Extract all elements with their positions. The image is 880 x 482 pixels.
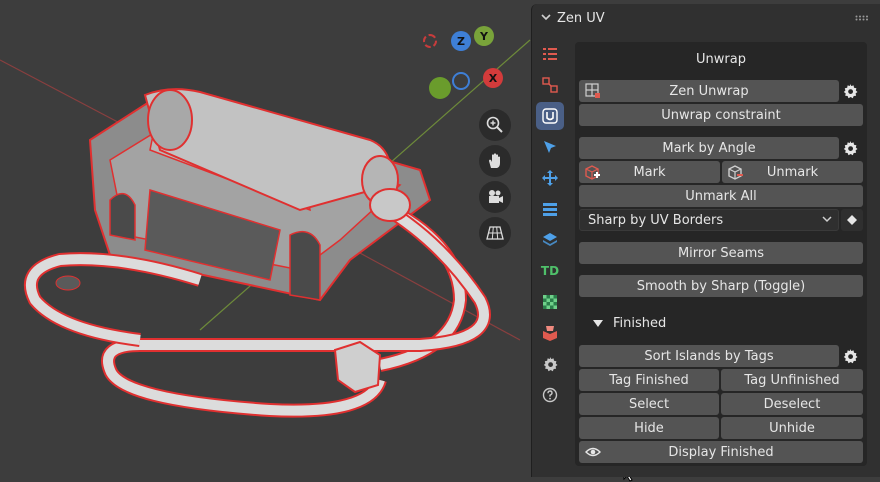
select-label: Select xyxy=(628,396,670,412)
chevron-down-icon[interactable] xyxy=(541,12,551,25)
panel-title: Zen UV xyxy=(557,10,605,26)
mark-by-angle-label: Mark by Angle xyxy=(662,140,756,156)
unmark-all-label: Unmark All xyxy=(685,188,757,204)
tag-unfinished-button[interactable]: Tag Unfinished xyxy=(721,369,863,391)
sort-islands-settings-gear-icon[interactable] xyxy=(839,345,861,367)
eye-icon xyxy=(585,447,601,457)
deselect-finished-button[interactable]: Deselect xyxy=(721,393,863,415)
tab-table[interactable] xyxy=(536,195,564,223)
unmark-button[interactable]: Unmark xyxy=(722,161,863,183)
hide-label: Hide xyxy=(634,420,664,436)
tab-zen-uv[interactable] xyxy=(536,102,564,130)
help-icon xyxy=(542,387,558,403)
gizmo-neg-z-icon[interactable] xyxy=(452,72,470,90)
tab-package[interactable] xyxy=(536,319,564,347)
zen-unwrap-button[interactable]: Zen Unwrap xyxy=(579,80,839,102)
sharp-mode-dropdown[interactable]: Sharp by UV Borders xyxy=(579,209,839,231)
package-icon xyxy=(543,326,557,341)
unhide-finished-button[interactable]: Unhide xyxy=(721,417,863,439)
pan-hand-icon[interactable] xyxy=(479,145,511,177)
sidebar-tabs: TD xyxy=(536,40,570,412)
mark-by-angle-settings-gear-icon[interactable] xyxy=(839,137,861,159)
smooth-by-sharp-button[interactable]: Smooth by Sharp (Toggle) xyxy=(579,275,863,297)
zen-uv-panel: Zen UV TD Unwrap Zen Unwrap Unwrap const… xyxy=(531,4,880,477)
deselect-label: Deselect xyxy=(763,396,821,412)
gizmo-z-axis[interactable]: Z xyxy=(451,31,471,51)
tab-list[interactable] xyxy=(536,40,564,68)
unwrap-constraint-label: Unwrap constraint xyxy=(661,107,781,123)
tab-settings[interactable] xyxy=(536,350,564,378)
unwrap-grid-icon xyxy=(585,83,600,98)
unwrap-heading: Unwrap xyxy=(696,51,746,67)
move-icon xyxy=(542,170,558,186)
gizmo-neg-x-icon[interactable] xyxy=(429,77,451,99)
mark-seam-icon xyxy=(585,165,600,180)
zoom-icon[interactable] xyxy=(479,109,511,141)
unhide-label: Unhide xyxy=(769,420,815,436)
tag-unfinished-label: Tag Unfinished xyxy=(744,372,840,388)
keyframe-diamond-icon[interactable] xyxy=(841,209,863,231)
smooth-by-sharp-label: Smooth by Sharp (Toggle) xyxy=(636,278,806,294)
mark-by-angle-button[interactable]: Mark by Angle xyxy=(579,137,839,159)
tab-checker[interactable] xyxy=(536,288,564,316)
gizmo-z-label: Z xyxy=(457,34,465,48)
zen-uv-logo-icon xyxy=(542,108,558,124)
unwrap-constraint-button[interactable]: Unwrap constraint xyxy=(579,104,863,126)
hide-finished-button[interactable]: Hide xyxy=(579,417,719,439)
select-finished-button[interactable]: Select xyxy=(579,393,719,415)
mark-label: Mark xyxy=(633,164,666,180)
tag-finished-button[interactable]: Tag Finished xyxy=(579,369,719,391)
gizmo-x-label: X xyxy=(488,71,498,85)
gizmo-y-axis[interactable]: Y xyxy=(474,26,494,46)
triangle-down-icon xyxy=(593,320,603,327)
zen-unwrap-settings-gear-icon[interactable] xyxy=(839,80,861,102)
finished-heading: Finished xyxy=(613,315,667,331)
select-arrow-icon xyxy=(544,141,556,153)
gizmo-y-label: Y xyxy=(480,29,488,43)
chevron-down-icon xyxy=(822,214,832,227)
tab-layers[interactable] xyxy=(536,226,564,254)
unmark-label: Unmark xyxy=(766,164,819,180)
mirror-seams-label: Mirror Seams xyxy=(677,245,765,261)
display-finished-label: Display Finished xyxy=(668,444,774,460)
layers-icon xyxy=(543,233,557,246)
list-icon xyxy=(543,48,557,60)
mirror-seams-button[interactable]: Mirror Seams xyxy=(579,242,863,264)
sort-islands-button[interactable]: Sort Islands by Tags xyxy=(579,345,839,367)
islands-icon xyxy=(542,77,558,93)
sharp-mode-value: Sharp by UV Borders xyxy=(588,212,724,228)
zen-unwrap-label: Zen Unwrap xyxy=(669,83,749,99)
table-icon xyxy=(543,203,557,216)
perspective-grid-icon[interactable] xyxy=(479,217,511,249)
tab-help[interactable] xyxy=(536,381,564,409)
drag-grip-icon[interactable] xyxy=(855,15,869,21)
mark-button[interactable]: Mark xyxy=(579,161,720,183)
tab-td[interactable]: TD xyxy=(536,257,564,285)
checker-icon xyxy=(543,295,557,309)
unmark-seam-icon xyxy=(728,165,743,180)
camera-icon[interactable] xyxy=(479,181,511,213)
panel-content: Unwrap Zen Unwrap Unwrap constraint Mark… xyxy=(575,42,867,466)
tab-move[interactable] xyxy=(536,164,564,192)
td-icon: TD xyxy=(540,264,560,278)
panel-header[interactable]: Zen UV xyxy=(532,4,880,32)
display-finished-button[interactable]: Display Finished xyxy=(579,441,863,463)
settings-icon xyxy=(543,357,558,372)
gizmo-x-axis[interactable]: X xyxy=(483,68,503,88)
gizmo-neg-y-icon[interactable] xyxy=(423,34,437,48)
unmark-all-button[interactable]: Unmark All xyxy=(579,185,863,207)
sort-islands-label: Sort Islands by Tags xyxy=(644,348,774,364)
finished-subpanel-header[interactable]: Finished xyxy=(579,312,863,334)
tab-islands[interactable] xyxy=(536,71,564,99)
tag-finished-label: Tag Finished xyxy=(609,372,689,388)
tab-select[interactable] xyxy=(536,133,564,161)
